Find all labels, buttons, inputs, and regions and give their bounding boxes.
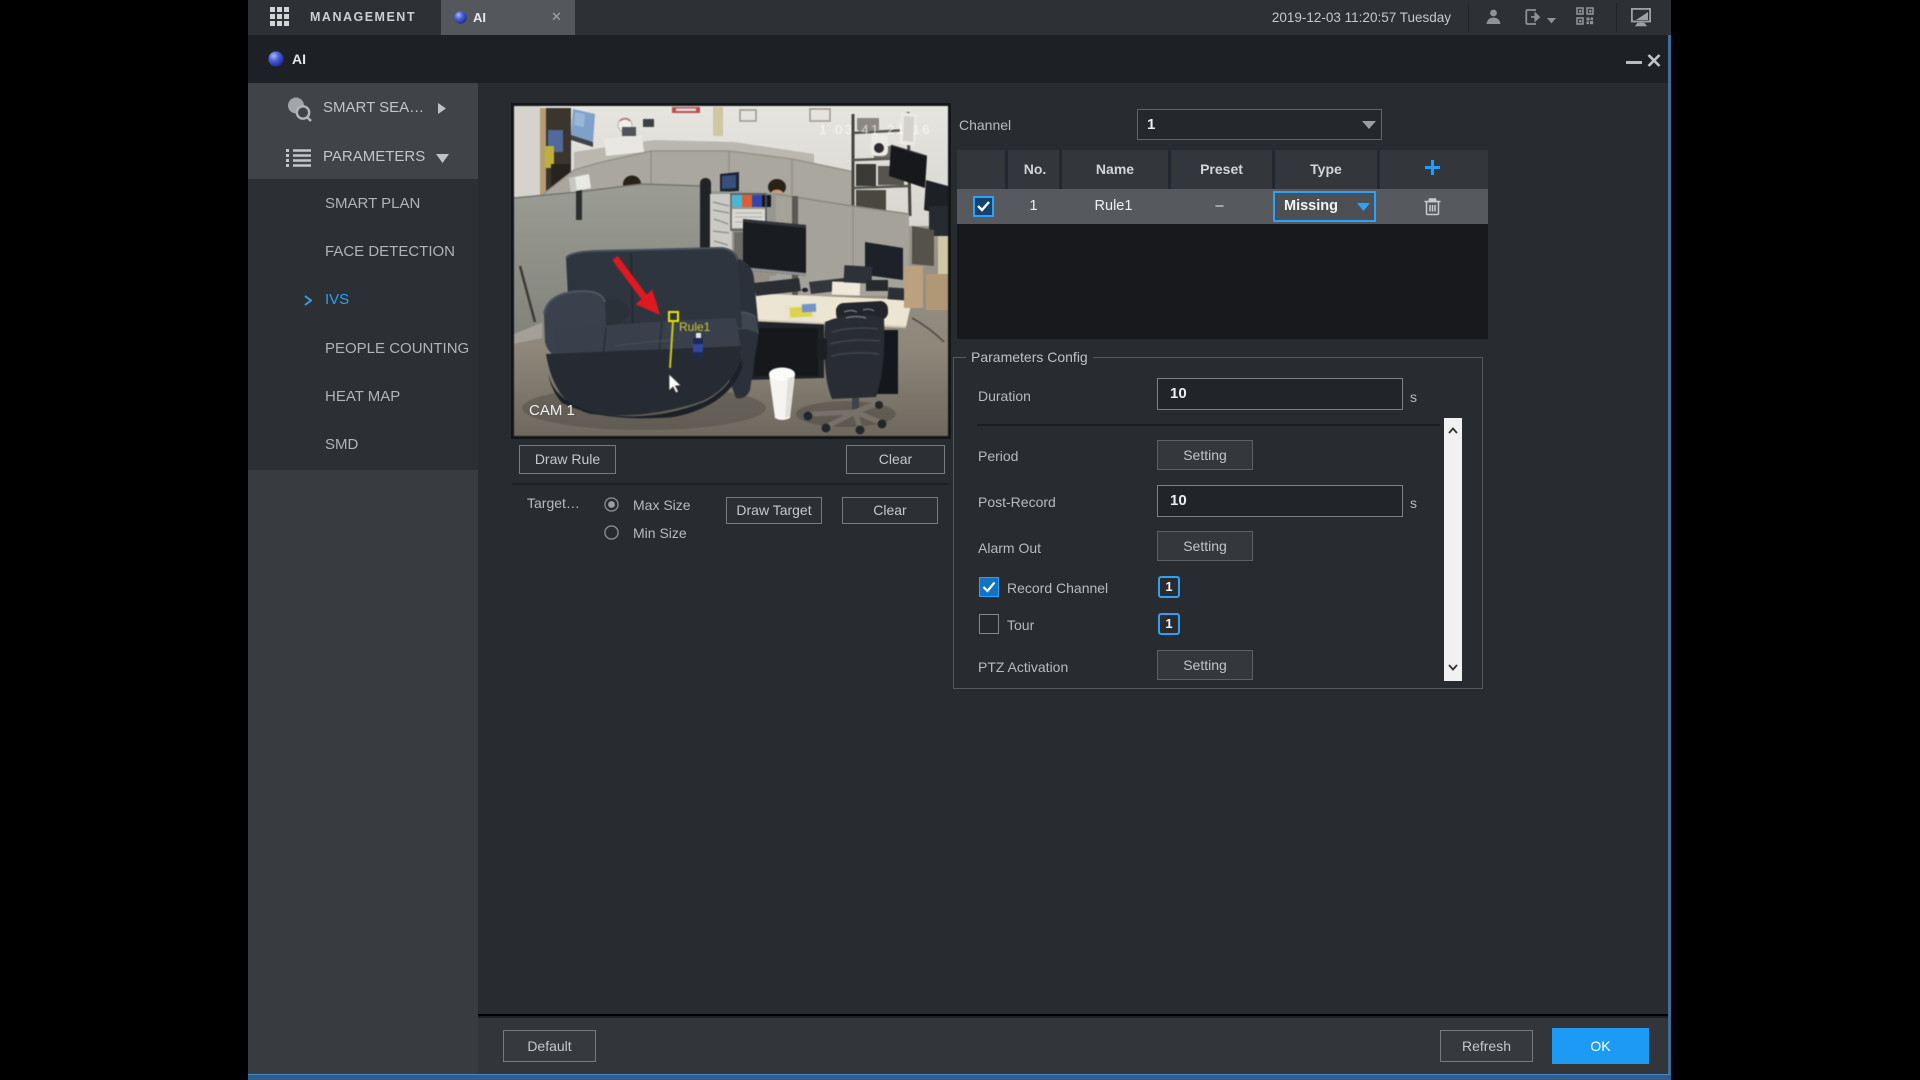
svg-text:1 03-41 21 16: 1 03-41 21 16 [819, 122, 932, 137]
svg-text:Rule1: Rule1 [679, 320, 711, 334]
